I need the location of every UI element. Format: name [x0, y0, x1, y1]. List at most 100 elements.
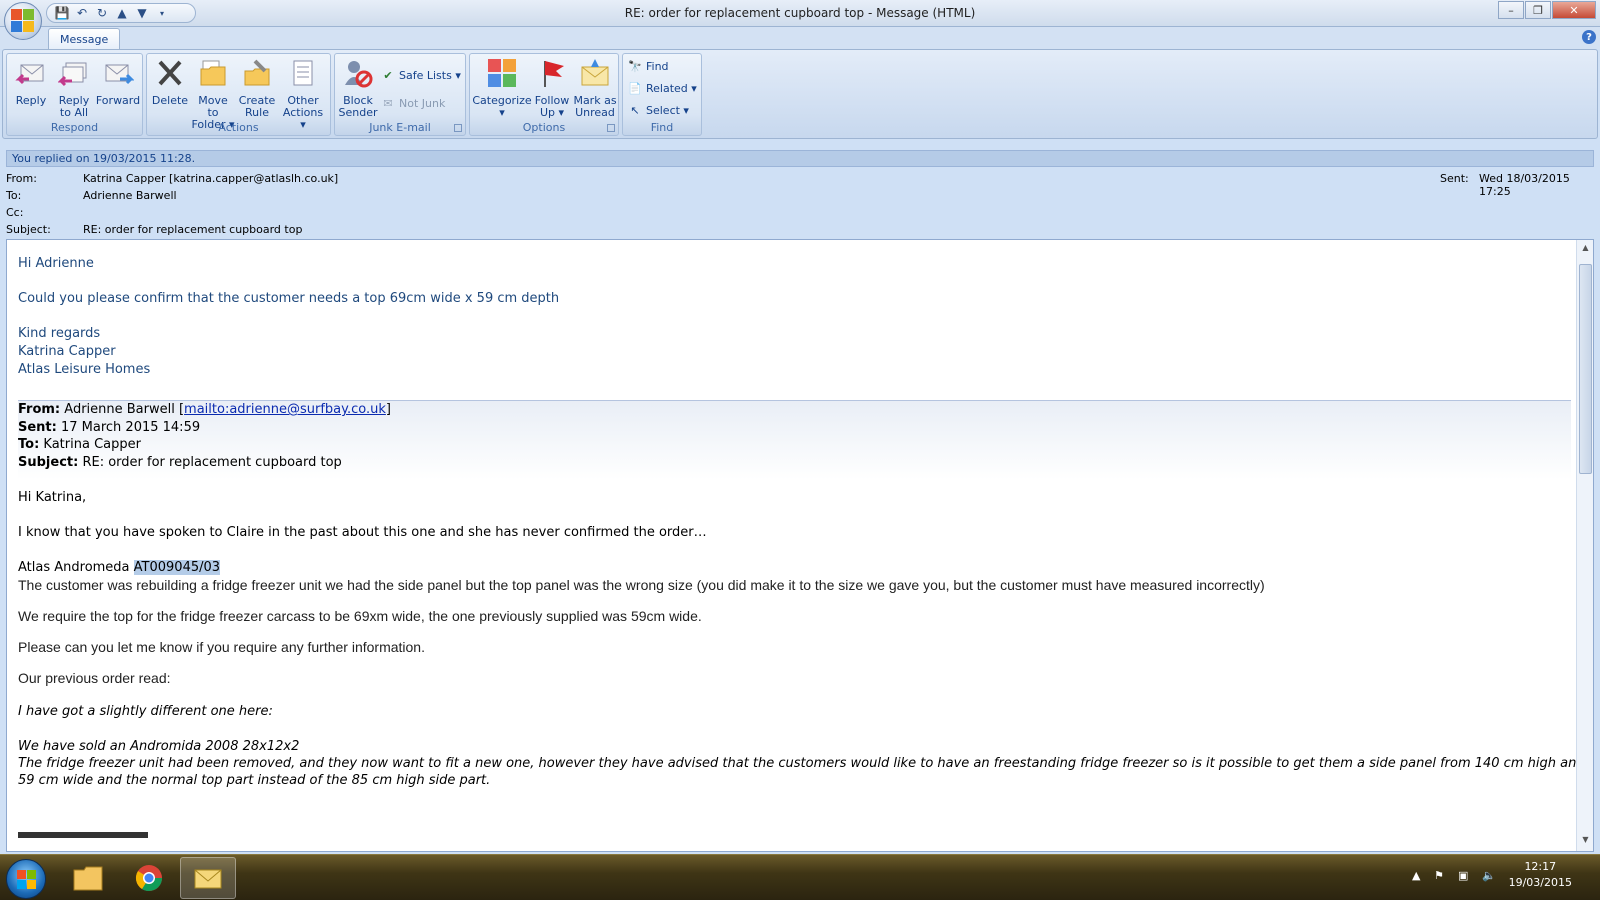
quoted-p1: I know that you have spoken to Claire in… — [18, 525, 707, 540]
safe-lists-icon: ✔ — [383, 68, 393, 82]
safe-lists-button[interactable]: ✔ Safe Lists ▾ — [381, 66, 460, 84]
group-find: 🔭 Find 📄 Related ▾ ↖ Select ▾ Find — [622, 53, 702, 136]
block-sender-button[interactable]: Block Sender — [337, 57, 379, 119]
title-bar: 💾 ↶ ↻ ▲ ▼ ▾ RE: order for replacement cu… — [0, 0, 1600, 27]
follow-up-button[interactable]: Follow Up ▾ — [532, 57, 572, 119]
office-logo-icon — [11, 9, 35, 33]
show-hidden-icons[interactable]: ▲ — [1412, 869, 1420, 882]
reply-all-button[interactable]: Reply to All — [53, 57, 95, 119]
quoted-to: To: Katrina Capper — [18, 437, 141, 452]
quoted-p5: Our previous order read: — [18, 670, 171, 686]
move-to-folder-button[interactable]: Move to Folder ▾ — [191, 57, 235, 131]
not-junk-icon: ✉ — [383, 96, 393, 110]
from-value[interactable]: Katrina Capper [katrina.capper@atlaslh.c… — [83, 172, 338, 185]
quoted-subject: Subject: RE: order for replacement cupbo… — [18, 455, 342, 470]
binoculars-icon: 🔭 — [628, 59, 642, 73]
mailto-link[interactable]: mailto:adrienne@surfbay.co.uk — [184, 402, 386, 417]
subject-label: Subject: — [6, 223, 51, 236]
body-greeting: Hi Adrienne — [18, 256, 94, 271]
block-sender-icon — [342, 57, 374, 89]
folder-icon — [197, 57, 229, 89]
window-title: RE: order for replacement cupboard top -… — [624, 6, 976, 20]
sent-label: Sent: — [1440, 172, 1469, 185]
forward-icon — [102, 57, 135, 89]
taskbar-explorer[interactable] — [60, 857, 116, 899]
quoted-p2: The customer was rebuilding a fridge fre… — [18, 577, 1265, 593]
other-actions-icon — [287, 57, 319, 89]
flag-icon — [536, 57, 568, 89]
reply-button[interactable]: Reply — [11, 57, 51, 107]
tab-message[interactable]: Message — [48, 28, 121, 50]
categorize-icon — [486, 57, 518, 89]
group-options: Categorize ▾ Follow Up ▾ Mark as Unread … — [469, 53, 619, 136]
quoted-from: From: Adrienne Barwell [mailto:adrienne@… — [18, 402, 391, 417]
quoted-i1: I have got a slightly different one here… — [18, 704, 273, 719]
office-button[interactable] — [4, 2, 42, 40]
body-line1: Could you please confirm that the custom… — [18, 291, 560, 306]
system-clock[interactable]: 12:17 19/03/2015 — [1509, 859, 1572, 891]
create-rule-button[interactable]: Create Rule — [237, 57, 277, 119]
body-regards: Kind regards — [18, 326, 101, 341]
cc-label: Cc: — [6, 206, 24, 219]
from-label: From: — [6, 172, 37, 185]
to-label: To: — [6, 189, 22, 202]
restore-button[interactable]: ❐ — [1525, 1, 1551, 19]
quoted-sent: Sent: 17 March 2015 14:59 — [18, 420, 201, 435]
ribbon-tab-row: Message ? — [0, 27, 1600, 50]
group-label-respond: Respond — [50, 121, 99, 134]
categorize-button[interactable]: Categorize ▾ — [472, 57, 532, 119]
options-dialog-launcher-icon[interactable] — [607, 124, 615, 132]
help-icon[interactable]: ? — [1582, 30, 1596, 44]
find-button[interactable]: 🔭 Find — [628, 57, 668, 75]
taskbar: ▲ ⚑ ▣ 🔈 12:17 19/03/2015 — [0, 854, 1600, 900]
related-icon: 📄 — [628, 81, 642, 95]
create-rule-icon — [241, 57, 273, 89]
reply-all-icon — [57, 57, 90, 89]
reply-info-bar: You replied on 19/03/2015 11:28. — [6, 150, 1594, 167]
group-label-find: Find — [650, 121, 674, 134]
mark-unread-icon — [579, 57, 611, 89]
start-button[interactable] — [6, 859, 46, 899]
to-value[interactable]: Adrienne Barwell — [83, 189, 177, 202]
related-button[interactable]: 📄 Related ▾ — [628, 79, 697, 97]
quoted-i3a: The fridge freezer unit had been removed… — [18, 756, 1585, 771]
minimize-button[interactable]: – — [1498, 1, 1524, 19]
quoted-i2: We have sold an Andromida 2008 28x12x2 — [18, 739, 300, 754]
volume-icon[interactable]: 🔈 — [1482, 869, 1496, 882]
quoted-hi: Hi Katrina, — [18, 490, 87, 505]
scroll-up-icon[interactable]: ▲ — [1579, 243, 1592, 256]
outlook-envelope-icon — [194, 869, 222, 889]
quoted-p4: Please can you let me know if you requir… — [18, 639, 425, 655]
mark-as-unread-button[interactable]: Mark as Unread — [572, 57, 618, 119]
group-label-junk-email: Junk E-mail — [369, 121, 431, 134]
folder-icon — [73, 866, 103, 891]
close-button[interactable]: ✕ — [1552, 1, 1596, 19]
selected-reference[interactable]: AT009045/03 — [133, 560, 221, 575]
quoted-p3: We require the top for the fridge freeze… — [18, 608, 702, 624]
other-actions-button[interactable]: Other Actions ▾ — [279, 57, 327, 131]
action-center-flag-icon[interactable]: ⚑ — [1434, 869, 1444, 882]
image-edge — [18, 832, 148, 838]
not-junk-button[interactable]: ✉ Not Junk — [381, 94, 445, 112]
forward-button[interactable]: Forward — [95, 57, 141, 107]
chrome-icon — [135, 865, 163, 892]
group-label-options: Options — [522, 121, 566, 134]
select-button[interactable]: ↖ Select ▾ — [628, 101, 689, 119]
group-junk-email: Block Sender ✔ Safe Lists ▾ ✉ Not Junk J… — [334, 53, 466, 136]
vertical-scrollbar[interactable]: ▲ ▼ — [1576, 240, 1593, 851]
select-cursor-icon: ↖ — [630, 103, 640, 117]
scroll-thumb[interactable] — [1579, 264, 1592, 474]
sent-value: Wed 18/03/2015 17:25 — [1479, 172, 1570, 198]
group-respond: Reply Reply to All Forward Respond — [6, 53, 143, 136]
scroll-down-icon[interactable]: ▼ — [1579, 835, 1592, 848]
network-icon[interactable]: ▣ — [1458, 869, 1468, 882]
delete-button[interactable]: Delete — [150, 57, 190, 107]
taskbar-outlook[interactable] — [180, 857, 236, 899]
message-body[interactable]: Hi Adrienne Could you please confirm tha… — [6, 239, 1594, 852]
group-label-actions: Actions — [218, 121, 259, 134]
ribbon: Reply Reply to All Forward Respond Delet… — [2, 49, 1598, 139]
taskbar-chrome[interactable] — [121, 857, 177, 899]
quoted-model: Atlas Andromeda AT009045/03 — [18, 560, 221, 575]
signature-company: Atlas Leisure Homes — [18, 362, 151, 377]
junk-dialog-launcher-icon[interactable] — [454, 124, 462, 132]
